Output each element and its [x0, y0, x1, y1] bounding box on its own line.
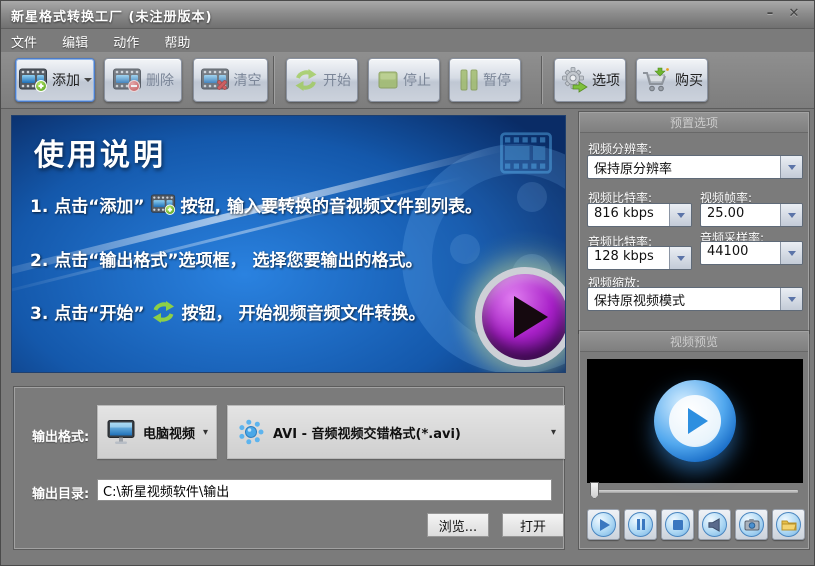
- caret-down-icon: ▾: [202, 426, 208, 438]
- big-play-button[interactable]: [475, 267, 565, 367]
- menu-item-action[interactable]: 动作: [103, 29, 149, 54]
- pause-icon: [628, 512, 653, 537]
- preview-play-button[interactable]: [654, 380, 736, 462]
- gear-arrow-icon: [562, 67, 588, 93]
- audio-bitrate-select[interactable]: 128 kbps: [587, 246, 692, 270]
- menu-item-edit[interactable]: 编辑: [52, 29, 98, 54]
- film-plus-icon: [150, 194, 175, 215]
- preview-pause-control[interactable]: [624, 509, 657, 540]
- output-format-group: 输出格式: 电脑视频 ▾ AVI - 音频视频交错格式(*.avi) ▾ 输出目…: [14, 387, 565, 549]
- caret-down-icon: ▾: [550, 426, 556, 438]
- options-button-label: 选项: [592, 73, 620, 89]
- preview-play-control[interactable]: [587, 509, 620, 540]
- options-button[interactable]: 选项: [554, 58, 626, 102]
- output-format-label: 输出格式:: [32, 430, 90, 445]
- combo-arrow-icon[interactable]: [780, 156, 802, 178]
- pause-button-label: 暂停: [483, 73, 511, 89]
- format-select[interactable]: AVI - 音频视频交错格式(*.avi) ▾: [227, 405, 565, 459]
- usage-title: 使用说明: [34, 138, 166, 173]
- titlebar: 新星格式转换工厂 (未注册版本) – ✕: [1, 1, 814, 29]
- snapshot-button[interactable]: [735, 509, 768, 540]
- film-x-icon: [200, 68, 229, 90]
- refresh-arrows-icon: [295, 69, 317, 91]
- pause-button[interactable]: 暂停: [449, 58, 521, 102]
- combo-arrow-icon[interactable]: [669, 247, 691, 269]
- step-1: 1. 点击“添加” 按钮, 输入要转换的音视频文件到列表。: [30, 192, 482, 217]
- app-title: 新星格式转换工厂 (未注册版本): [11, 10, 213, 25]
- add-button[interactable]: 添加: [15, 58, 95, 102]
- step-3: 3. 点击“开始” 按钮， 开始视频音频文件转换。: [30, 299, 425, 324]
- video-preview-header: 视频预览: [580, 332, 808, 352]
- play-icon: [591, 512, 616, 537]
- browse-button[interactable]: 浏览...: [427, 513, 489, 537]
- menu-item-file[interactable]: 文件: [1, 29, 47, 54]
- step-2: 2. 点击“输出格式”选项框， 选择您要输出的格式。: [30, 251, 423, 271]
- device-type-value: 电脑视频: [143, 426, 196, 442]
- combo-arrow-icon[interactable]: [669, 204, 691, 226]
- clear-button-label: 清空: [233, 73, 262, 89]
- video-screen: [587, 359, 803, 483]
- toolbar-separator: [273, 56, 274, 104]
- presets-header: 预置选项: [580, 113, 808, 133]
- folder-icon: [776, 512, 801, 537]
- volume-button[interactable]: [698, 509, 731, 540]
- video-scale-select[interactable]: 保持原视频模式: [587, 287, 803, 311]
- combo-arrow-icon[interactable]: [780, 288, 802, 310]
- stop-button-label: 停止: [403, 73, 431, 89]
- sample-rate-select[interactable]: 44100: [700, 241, 803, 265]
- film-plus-icon: [19, 68, 47, 92]
- stop-button[interactable]: 停止: [368, 58, 440, 102]
- add-button-label: 添加: [52, 73, 80, 89]
- buy-button[interactable]: 购买: [636, 58, 708, 102]
- delete-button[interactable]: 删除: [104, 58, 182, 102]
- blue-dots-icon: [239, 419, 264, 445]
- add-dropdown-caret: [84, 78, 92, 86]
- minimize-button[interactable]: –: [760, 5, 780, 23]
- monitor-icon: [107, 419, 135, 444]
- app-window: 新星格式转换工厂 (未注册版本) – ✕ 文件 编辑 动作 帮助 添加 删除 清…: [0, 0, 815, 566]
- speaker-icon: [702, 512, 727, 537]
- open-button[interactable]: 打开: [502, 513, 564, 537]
- menu-item-help[interactable]: 帮助: [154, 29, 200, 54]
- buy-button-label: 购买: [675, 73, 703, 89]
- start-button[interactable]: 开始: [286, 58, 358, 102]
- green-square-icon: [378, 71, 398, 89]
- start-button-label: 开始: [323, 73, 351, 89]
- preview-stop-control[interactable]: [661, 509, 694, 540]
- clear-button[interactable]: 清空: [193, 58, 268, 102]
- camera-icon: [739, 512, 764, 537]
- menubar: 文件 编辑 动作 帮助: [1, 29, 814, 52]
- format-value: AVI - 音频视频交错格式(*.avi): [273, 426, 461, 442]
- resolution-select[interactable]: 保持原分辨率: [587, 155, 803, 179]
- green-pause-icon: [460, 69, 478, 91]
- output-dir-label: 输出目录:: [32, 487, 90, 502]
- stop-icon: [665, 512, 690, 537]
- play-icon: [669, 395, 721, 447]
- toolbar: 添加 删除 清空 开始 停止 暂停 选项 购买: [1, 52, 814, 109]
- delete-button-label: 删除: [146, 73, 174, 89]
- video-bitrate-select[interactable]: 816 kbps: [587, 203, 692, 227]
- seek-thumb[interactable]: [590, 482, 599, 499]
- toolbar-separator: [541, 56, 542, 104]
- video-preview-panel: 视频预览: [579, 331, 809, 549]
- open-folder-button[interactable]: [772, 509, 805, 540]
- device-type-select[interactable]: 电脑视频 ▾: [97, 405, 217, 459]
- output-dir-input[interactable]: [97, 479, 552, 501]
- cart-icon: [643, 67, 669, 92]
- combo-arrow-icon[interactable]: [780, 242, 802, 264]
- filmstrip-icon: [500, 132, 552, 174]
- close-button[interactable]: ✕: [784, 5, 804, 23]
- film-minus-icon: [113, 68, 141, 92]
- frame-rate-select[interactable]: 25.00: [700, 203, 803, 227]
- instruction-panel: 使用说明 1. 点击“添加” 按钮, 输入要转换的音视频文件到列表。 2. 点击…: [11, 115, 566, 373]
- refresh-arrows-icon: [152, 300, 174, 323]
- presets-panel: 预置选项 视频分辨率: 保持原分辨率 视频比特率: 视频帧率: 816 kbps…: [579, 112, 809, 333]
- combo-arrow-icon[interactable]: [780, 204, 802, 226]
- seek-slider[interactable]: [594, 489, 799, 494]
